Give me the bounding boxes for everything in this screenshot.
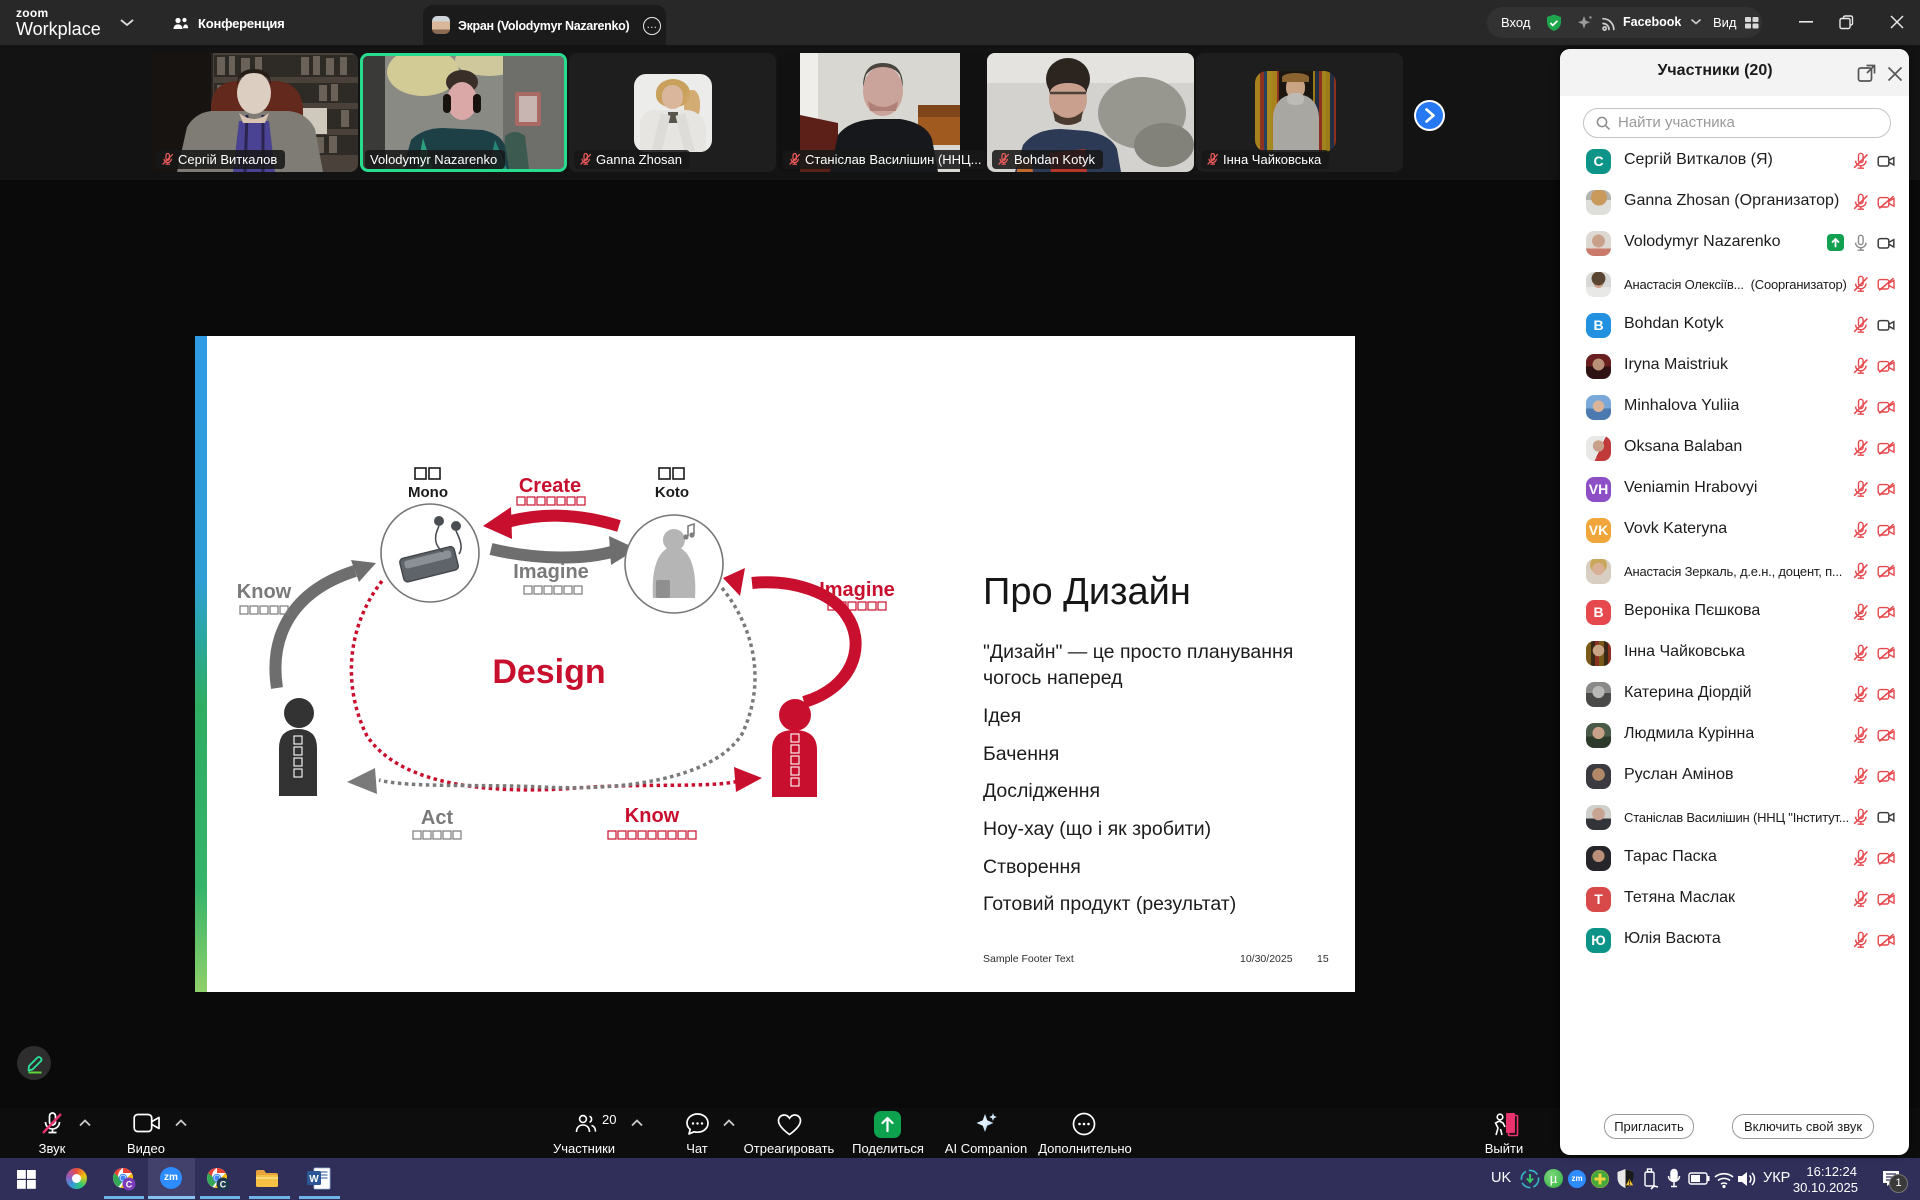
svg-text:Imagine: Imagine bbox=[819, 579, 895, 601]
svg-text:Koto: Koto bbox=[655, 484, 689, 501]
svg-text:Design: Design bbox=[492, 653, 605, 691]
svg-text:Create: Create bbox=[519, 475, 581, 497]
svg-text:C: C bbox=[220, 1180, 227, 1190]
svg-text:Know: Know bbox=[237, 581, 292, 603]
svg-text:Act: Act bbox=[421, 807, 454, 829]
svg-text:W: W bbox=[309, 1174, 319, 1185]
svg-text:!: ! bbox=[1629, 1181, 1631, 1187]
svg-text:C: C bbox=[126, 1180, 133, 1190]
svg-text:Know: Know bbox=[625, 805, 680, 827]
svg-text:Imagine: Imagine bbox=[513, 561, 589, 583]
svg-text:Mono: Mono bbox=[408, 484, 448, 501]
